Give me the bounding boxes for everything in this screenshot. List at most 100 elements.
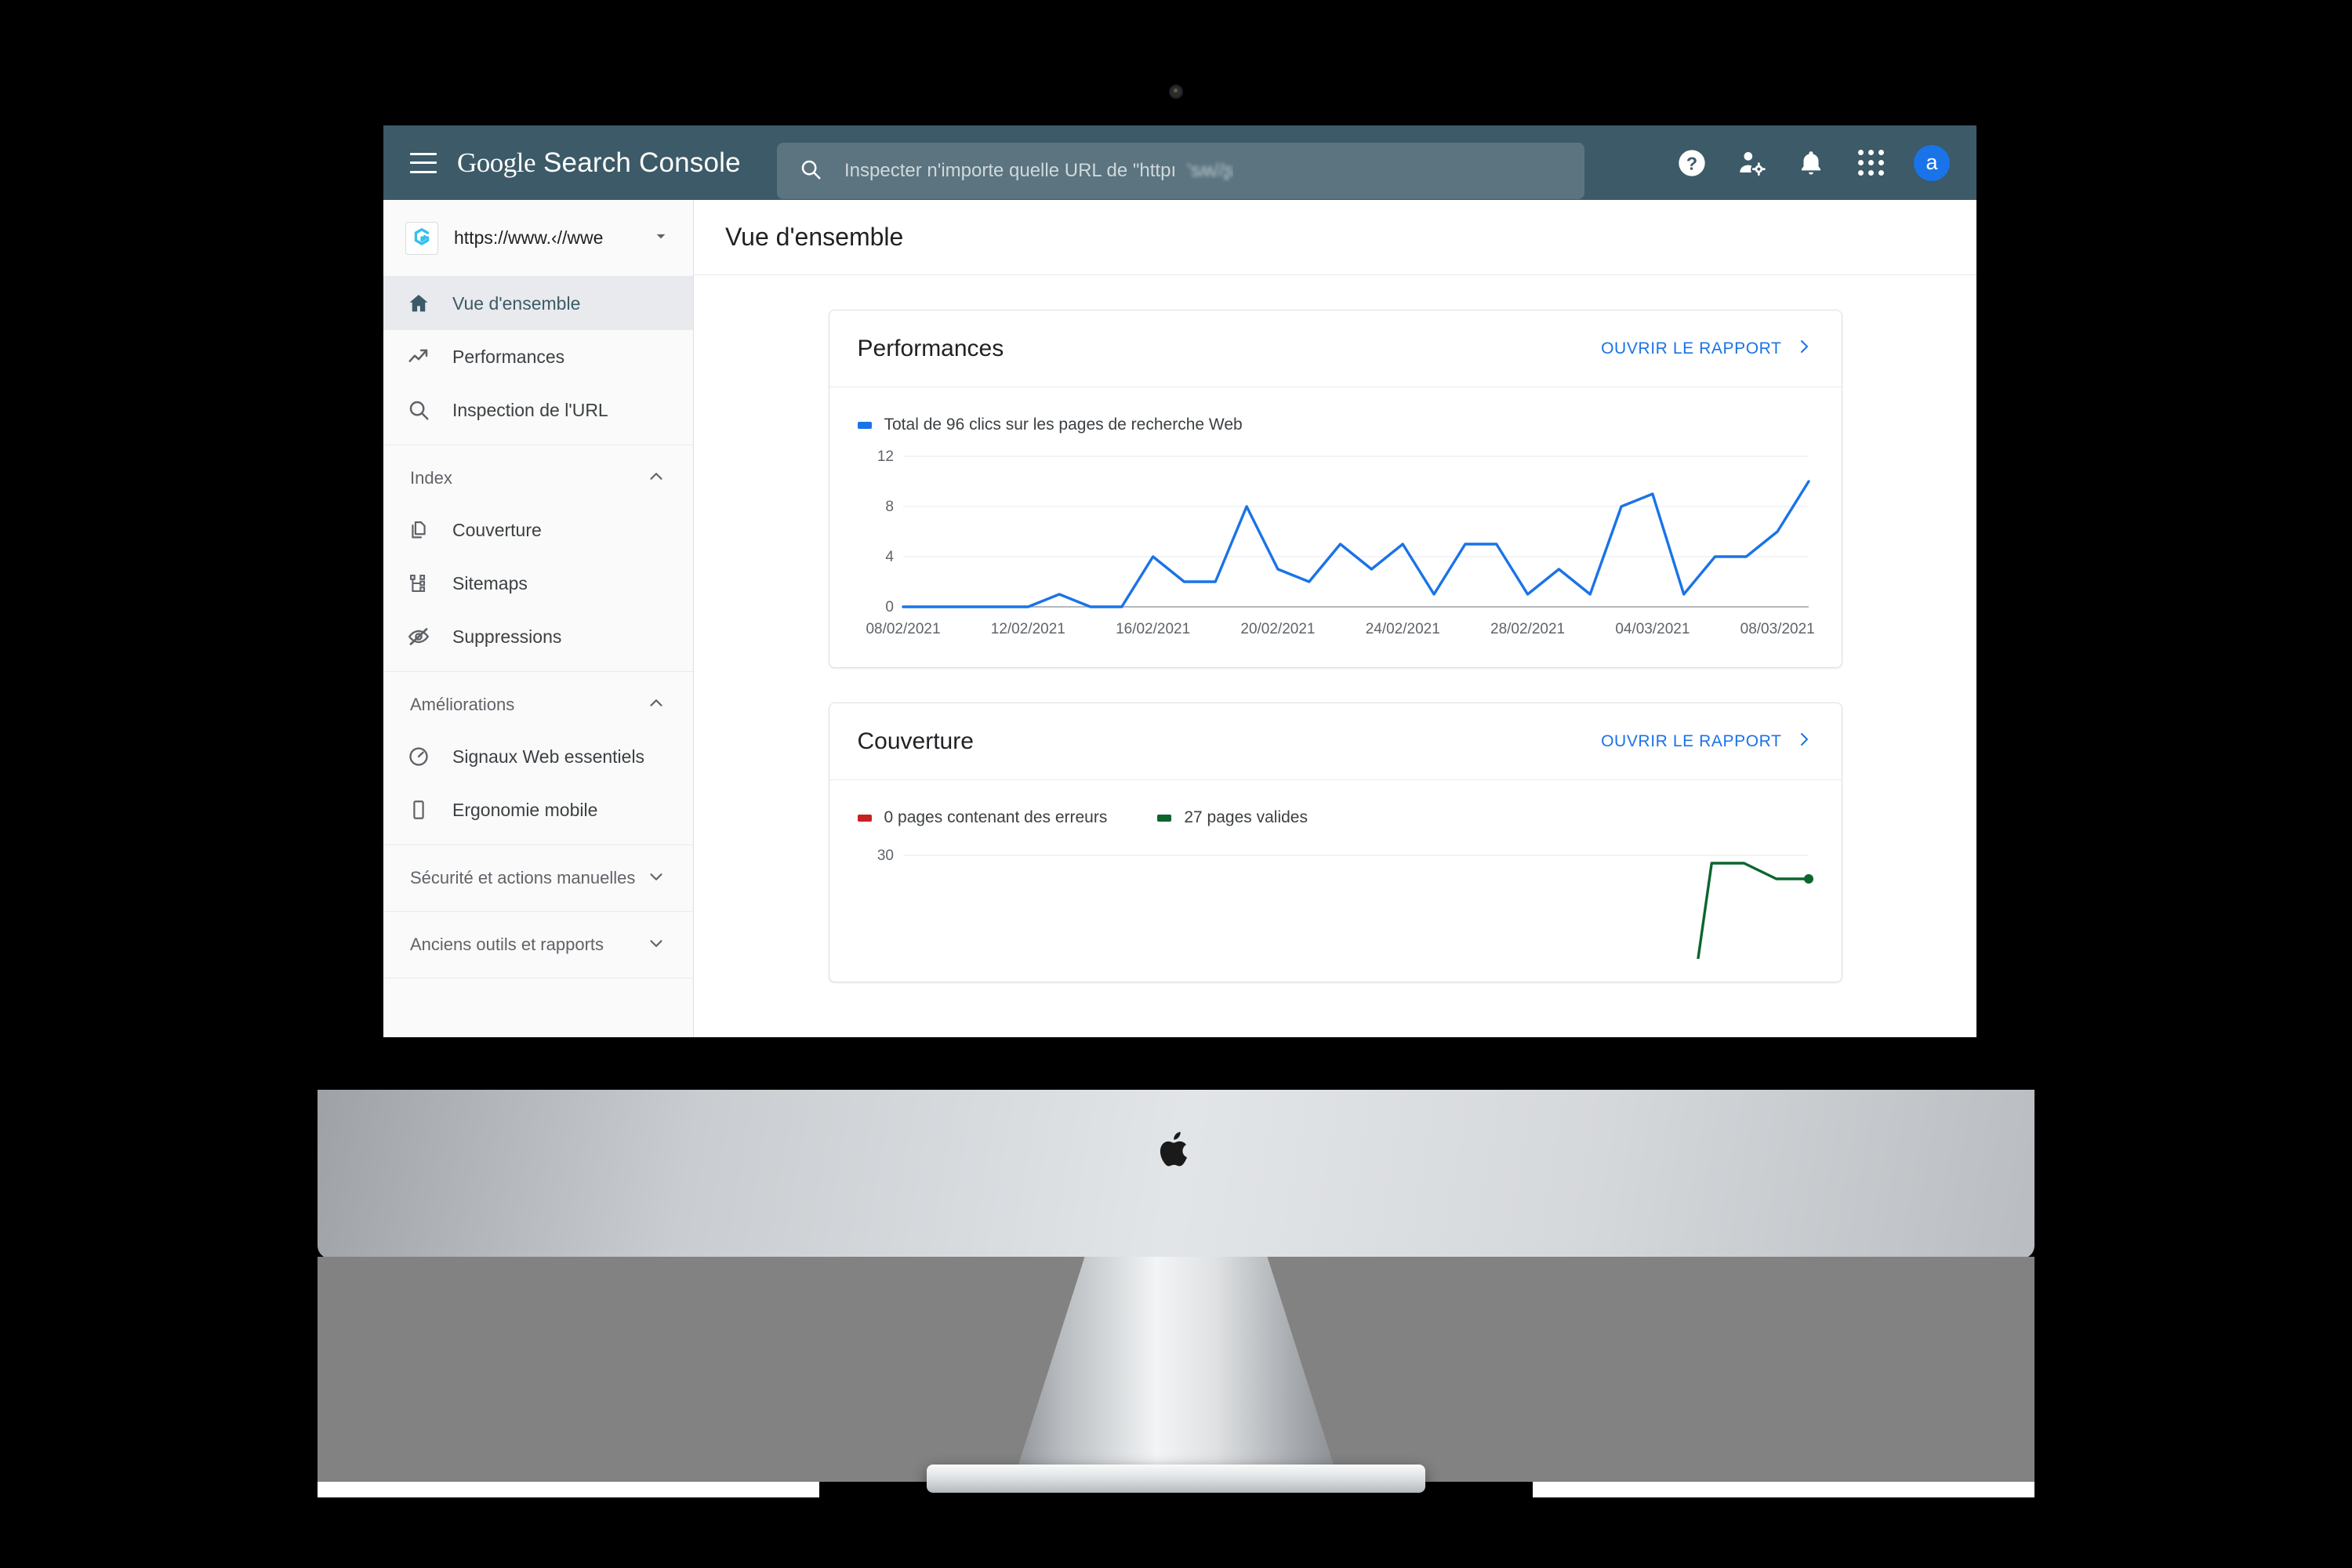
chevron-down-icon[interactable] (646, 933, 666, 957)
performances-open-report-link[interactable]: OUVRIR LE RAPPORT (1601, 337, 1813, 361)
main-content: Vue d'ensemble Performances OUVRIR LE RA… (694, 200, 1976, 1037)
legend-swatch (1157, 814, 1172, 822)
couverture-card-title: Couverture (857, 728, 974, 754)
performances-card: Performances OUVRIR LE RAPPORT Total de … (828, 310, 1842, 668)
svg-text:4: 4 (885, 549, 894, 565)
sidebar-section-header-index[interactable]: Index (383, 453, 693, 503)
sidebar-item-label: Signaux Web essentiels (452, 746, 645, 767)
content-scroll-area[interactable]: Performances OUVRIR LE RAPPORT Total de … (694, 275, 1976, 1037)
svg-text:08/03/2021: 08/03/2021 (1740, 621, 1814, 637)
performances-card-header: Performances OUVRIR LE RAPPORT (829, 310, 1842, 387)
help-circle-icon[interactable]: ? (1675, 147, 1708, 180)
legend-label: 0 pages contenant des erreurs (884, 808, 1108, 826)
sidebar-section-anciens-outils: Anciens outils et rapports (383, 912, 693, 978)
sidebar-item-vue-densemble[interactable]: Vue d'ensemble (383, 277, 693, 330)
sidebar-section-header-ameliorations[interactable]: Améliorations (383, 680, 693, 730)
svg-text:20/02/2021: 20/02/2021 (1240, 621, 1315, 637)
legend-item[interactable]: 27 pages valides (1157, 808, 1308, 827)
sidebar-item-ergonomie-mobile[interactable]: Ergonomie mobile (383, 783, 693, 837)
svg-text:08/02/2021: 08/02/2021 (866, 621, 940, 637)
desk-surface-left (318, 1482, 819, 1497)
home-icon (405, 292, 432, 315)
sidebar-item-suppressions[interactable]: Suppressions (383, 610, 693, 663)
performances-chart-wrap: 0 4 8 12 08/02/2021 12/02/2021 16/02/2021 20/02… (829, 434, 1842, 667)
mobile-phone-icon (405, 799, 432, 821)
sitemap-tree-icon (405, 572, 432, 594)
bell-icon[interactable] (1795, 147, 1828, 180)
top-app-bar: Google Search Console Inspecter n'import… (383, 125, 1976, 200)
imac-back-panel (318, 1090, 2034, 1258)
property-url: https://www.‹//wwe (454, 227, 604, 248)
sidebar-item-label: Sitemaps (452, 572, 528, 593)
sidebar-primary-group: Vue d'ensemble Performances Inspection d… (383, 277, 693, 445)
chevron-up-icon[interactable] (646, 693, 666, 717)
performances-legend: Total de 96 clics sur les pages de reche… (829, 387, 1842, 434)
screenshot-stage: Google Search Console Inspecter n'import… (0, 0, 2352, 1568)
svg-text:12: 12 (877, 448, 893, 465)
sidebar-section-header-securite[interactable]: Sécurité et actions manuelles (383, 853, 693, 903)
performances-card-title: Performances (857, 335, 1004, 361)
sidebar-section-index: Index Couverture Sitemaps Suppressions (383, 445, 693, 672)
sidebar-item-label: Suppressions (452, 626, 562, 647)
sidebar-item-label: Ergonomie mobile (452, 799, 598, 820)
couverture-card: Couverture OUVRIR LE RAPPORT 0 pages con… (828, 702, 1842, 1037)
url-inspection-search-input[interactable]: Inspecter n'importe quelle URL de "httpı… (777, 143, 1584, 199)
legend-item[interactable]: 0 pages contenant des erreurs (857, 808, 1108, 827)
trending-up-icon (405, 345, 432, 368)
couverture-card-header: Couverture OUVRIR LE RAPPORT (829, 703, 1842, 780)
open-report-label: OUVRIR LE RAPPORT (1601, 339, 1782, 358)
sidebar-section-title: Anciens outils et rapports (410, 935, 604, 954)
legend-swatch (857, 421, 872, 429)
svg-text:12/02/2021: 12/02/2021 (990, 621, 1065, 637)
sidebar-item-inspection-url[interactable]: Inspection de l'URL (383, 383, 693, 437)
desk-surface-right (1533, 1482, 2034, 1497)
svg-text:?: ? (1686, 153, 1697, 173)
page-header: Vue d'ensemble (694, 200, 1976, 275)
chevron-up-icon[interactable] (646, 466, 666, 491)
property-selector[interactable]: https://www.‹//wwe (383, 200, 693, 277)
couverture-legend: 0 pages contenant des erreurs 27 pages v… (829, 780, 1842, 827)
legend-item[interactable]: Total de 96 clics sur les pages de reche… (857, 416, 1243, 434)
imac-stand-foot (927, 1465, 1425, 1493)
copy-pages-icon (405, 519, 432, 541)
user-settings-icon[interactable] (1735, 147, 1768, 180)
legend-swatch (857, 814, 872, 822)
svg-text:8: 8 (885, 499, 894, 515)
couverture-open-report-link[interactable]: OUVRIR LE RAPPORT (1601, 730, 1813, 753)
search-placeholder-text: Inspecter n'importe quelle URL de "httpı… (844, 160, 1234, 181)
sidebar-item-couverture[interactable]: Couverture (383, 503, 693, 557)
search-icon (799, 158, 822, 185)
brand-product-label: Search Console (543, 147, 741, 178)
open-report-label: OUVRIR LE RAPPORT (1601, 731, 1782, 750)
svg-text:30: 30 (877, 848, 893, 864)
sidebar-item-signaux-web-essentiels[interactable]: Signaux Web essentiels (383, 730, 693, 783)
site-favicon-icon (405, 221, 438, 255)
svg-text:16/02/2021: 16/02/2021 (1116, 621, 1190, 637)
legend-label: Total de 96 clics sur les pages de reche… (884, 416, 1243, 434)
chevron-right-icon (1795, 337, 1813, 361)
page-title: Vue d'ensemble (725, 223, 904, 251)
imac-webcam-icon (1169, 85, 1183, 99)
legend-label: 27 pages valides (1184, 808, 1308, 826)
chevron-down-icon[interactable] (651, 226, 671, 250)
apps-grid-icon[interactable] (1854, 147, 1887, 180)
sidebar-section-ameliorations: Améliorations Signaux Web essentiels Erg… (383, 672, 693, 845)
speedometer-icon (405, 745, 432, 768)
couverture-chart-wrap: 30 (829, 827, 1842, 1037)
couverture-chart[interactable]: 30 (858, 841, 1815, 1037)
svg-text:0: 0 (885, 599, 894, 615)
sidebar-item-label: Inspection de l'URL (452, 399, 608, 420)
sidebar-item-performances[interactable]: Performances (383, 330, 693, 383)
search-icon (405, 398, 432, 422)
sidebar-item-label: Performances (452, 346, 565, 367)
avatar[interactable]: a (1914, 144, 1950, 181)
brand-google-label: Google (457, 147, 536, 178)
hamburger-menu-icon[interactable] (410, 152, 437, 173)
apple-logo-icon (1160, 1131, 1187, 1167)
chevron-down-icon[interactable] (646, 866, 666, 891)
top-bar-actions: ? a (1675, 125, 1950, 200)
performances-chart[interactable]: 0 4 8 12 08/02/2021 12/02/2021 16/02/2021 20/02… (858, 448, 1815, 644)
sidebar-section-header-anciens-outils[interactable]: Anciens outils et rapports (383, 920, 693, 970)
app-brand: Google Search Console (457, 147, 741, 179)
sidebar-item-sitemaps[interactable]: Sitemaps (383, 557, 693, 610)
